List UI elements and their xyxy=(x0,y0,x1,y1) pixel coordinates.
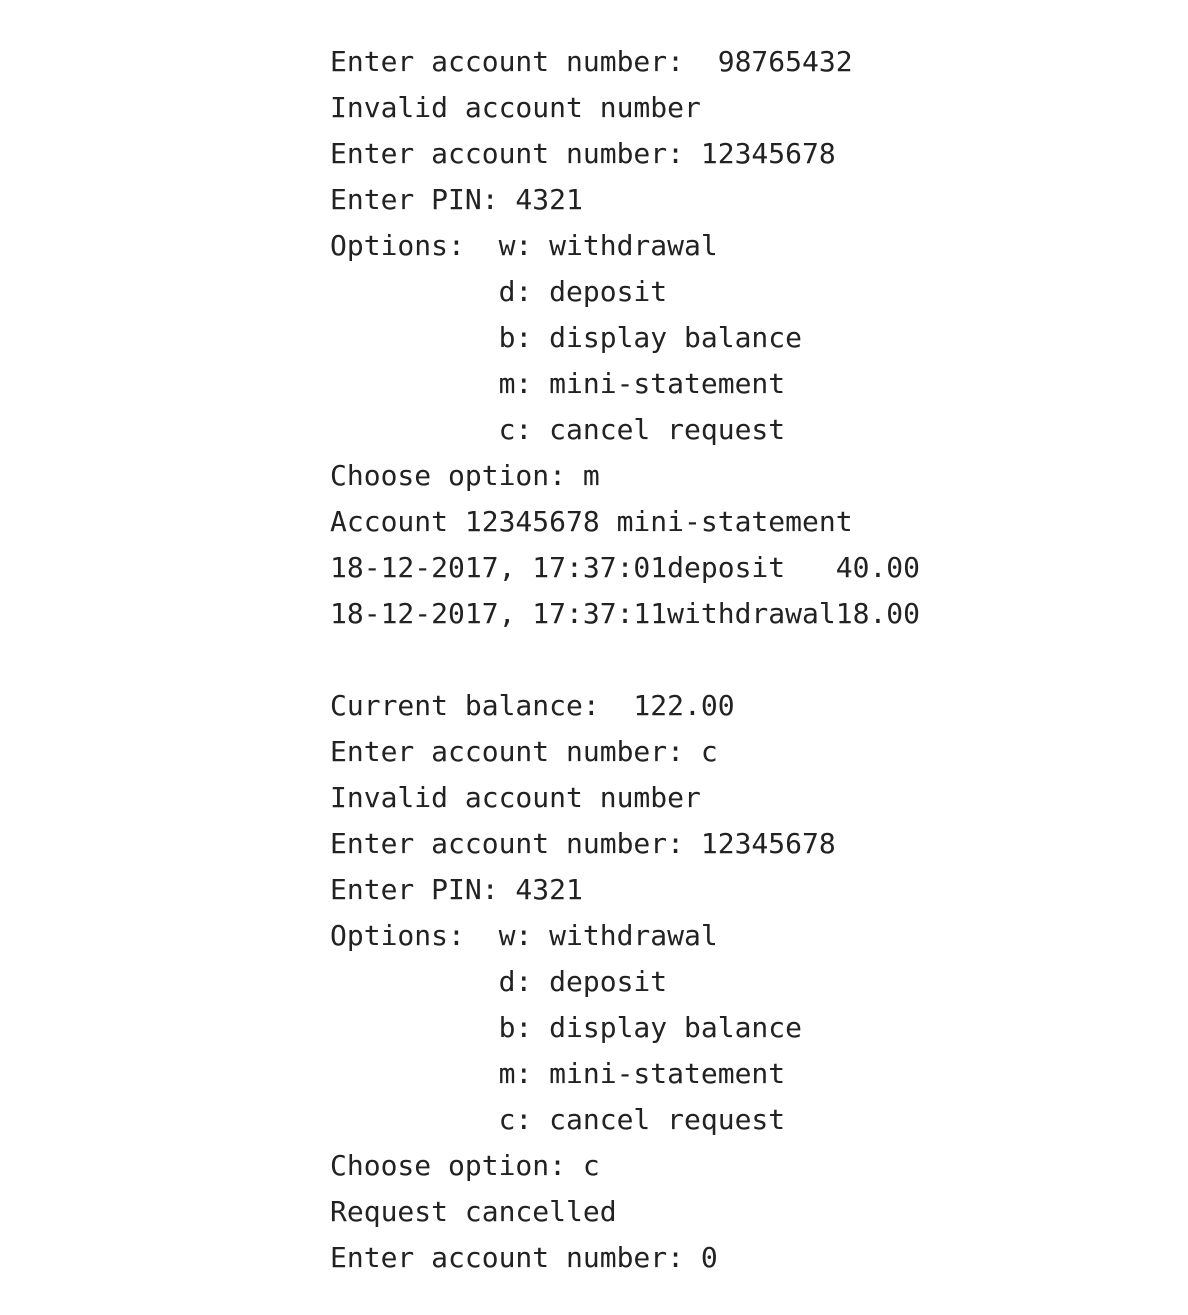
console-line: Choose option: m xyxy=(330,459,600,492)
console-line: Request cancelled xyxy=(330,1195,617,1228)
console-line: d: deposit xyxy=(330,965,668,998)
console-line: b: display balance xyxy=(330,1011,803,1044)
console-line: 18-12-2017, 17:37:11withdrawal18.00 xyxy=(330,597,921,630)
console-line: Options: w: withdrawal xyxy=(330,919,718,952)
console-line: Options: w: withdrawal xyxy=(330,229,718,262)
console-line: Enter account number: 0 xyxy=(330,1241,718,1274)
console-line: Invalid account number xyxy=(330,781,701,814)
console-line: Enter PIN: 4321 xyxy=(330,183,583,216)
console-line: c: cancel request xyxy=(330,413,786,446)
console-line: Enter account number: 12345678 xyxy=(330,137,836,170)
console-line: Choose option: c xyxy=(330,1149,600,1182)
console-line: Invalid account number xyxy=(330,91,701,124)
console-line: Enter account number: 12345678 xyxy=(330,827,836,860)
console-output: Enter account number: 98765432 Invalid a… xyxy=(330,39,920,1281)
console-line: m: mini-statement xyxy=(330,1057,786,1090)
console-line: Account 12345678 mini-statement xyxy=(330,505,853,538)
console-line: 18-12-2017, 17:37:01deposit 40.00 xyxy=(330,551,921,584)
console-line: c: cancel request xyxy=(330,1103,786,1136)
console-line: d: deposit xyxy=(330,275,668,308)
console-line: Enter PIN: 4321 xyxy=(330,873,583,906)
console-line: m: mini-statement xyxy=(330,367,786,400)
console-line: Enter account number: c xyxy=(330,735,718,768)
console-line: b: display balance xyxy=(330,321,803,354)
console-line: Current balance: 122.00 xyxy=(330,689,735,722)
console-line: Enter account number: 98765432 xyxy=(330,45,853,78)
